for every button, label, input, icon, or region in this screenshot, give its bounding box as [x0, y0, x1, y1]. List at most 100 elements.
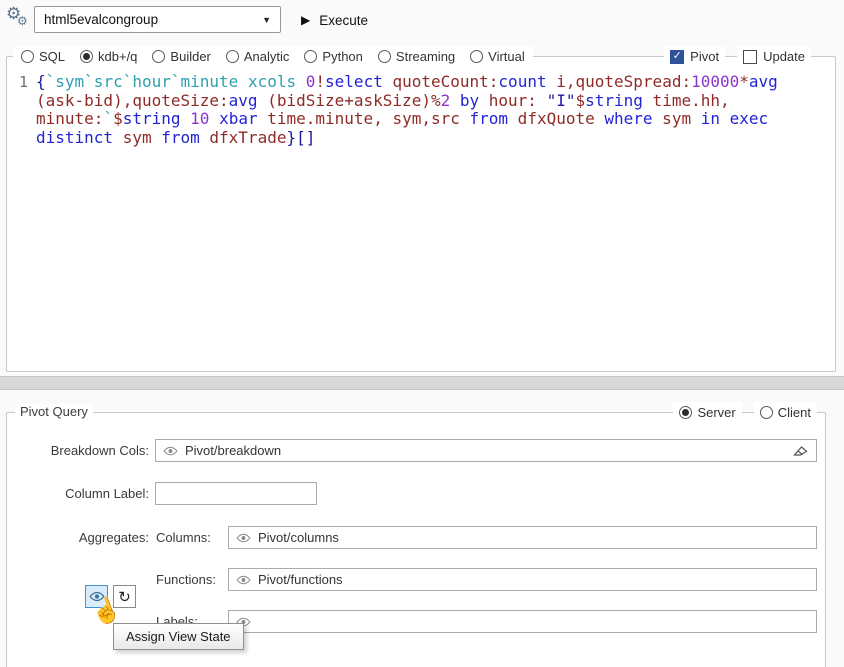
eye-icon — [236, 575, 251, 585]
connection-group-value: html5evalcongroup — [44, 12, 158, 27]
option-update-checkbox[interactable]: Update — [737, 46, 811, 67]
code-token: string — [123, 109, 181, 128]
code-token — [720, 109, 730, 128]
play-icon: ▶ — [301, 13, 310, 27]
radio-label: SQL — [39, 49, 65, 64]
radio-circle-icon — [152, 50, 165, 63]
code-token — [181, 109, 191, 128]
radio-circle-icon — [21, 50, 34, 63]
code-token: string — [585, 91, 643, 110]
section-splitter[interactable] — [0, 376, 844, 390]
functions-label: Functions: — [156, 572, 216, 588]
code-token: { — [36, 72, 46, 91]
radio-label: Client — [778, 405, 811, 420]
code-token: * — [739, 72, 749, 91]
code-token: dfxTrade — [200, 128, 287, 147]
pivot-mode-radio-group: Server Client — [673, 402, 817, 423]
gear-small-icon: ⚙ — [17, 15, 28, 27]
pivot-mode-client-radio[interactable]: Client — [754, 402, 817, 423]
radio-circle-icon — [470, 50, 483, 63]
query-type-streaming-radio[interactable]: Streaming — [378, 46, 455, 67]
code-token: dfxQuote — [508, 109, 604, 128]
eye-icon — [163, 446, 178, 456]
radio-circle-icon — [80, 50, 93, 63]
code-token: where — [604, 109, 652, 128]
code-editor[interactable]: 1 {`sym`src`hour`minute xcols 0!select q… — [8, 70, 834, 370]
query-type-builder-radio[interactable]: Builder — [152, 46, 210, 67]
columns-label: Columns: — [156, 530, 211, 546]
query-type-analytic-radio[interactable]: Analytic — [226, 46, 290, 67]
code-token — [209, 109, 219, 128]
checkbox-icon: ✓ — [670, 50, 684, 64]
query-type-radio-group: SQL kdb+/q Builder Analytic Python Streaming V… — [13, 46, 533, 67]
execute-button[interactable]: ▶ Execute — [301, 8, 368, 32]
code-token — [238, 72, 248, 91]
radio-label: Python — [322, 49, 362, 64]
checkbox-label: Pivot — [690, 49, 719, 64]
caret-down-icon: ▼ — [262, 15, 271, 25]
query-type-sql-radio[interactable]: SQL — [21, 46, 65, 67]
code-token: avg — [229, 91, 258, 110]
code-token: time.minute, sym,src — [258, 109, 470, 128]
code-token: quoteCount: — [383, 72, 499, 91]
code-token: i,quoteSpread: — [547, 72, 692, 91]
code-token: 0 — [306, 72, 316, 91]
breakdown-cols-field[interactable]: Pivot/breakdown — [155, 439, 817, 462]
radio-label: kdb+/q — [98, 49, 137, 64]
toolbar: ⚙ ⚙ html5evalcongroup ▼ ▶ Execute — [0, 0, 844, 46]
code-token: sym — [113, 128, 161, 147]
refresh-icon: ↻ — [118, 588, 131, 606]
pivot-columns-field[interactable]: Pivot/columns — [228, 526, 817, 549]
column-label-label: Column Label: — [7, 486, 149, 502]
code-token: ! — [315, 72, 325, 91]
checkbox-label: Update — [763, 49, 805, 64]
breakdown-cols-value: Pivot/breakdown — [185, 443, 281, 458]
code-token: (bidSize+askSize)% — [258, 91, 441, 110]
radio-circle-icon — [760, 406, 773, 419]
pivot-functions-field[interactable]: Pivot/functions — [228, 568, 817, 591]
code-token: 2 — [441, 91, 451, 110]
pivot-columns-value: Pivot/columns — [258, 530, 339, 545]
query-type-kdb-q-radio[interactable]: kdb+/q — [80, 46, 137, 67]
line-number-gutter: 1 — [8, 70, 36, 370]
query-options-group: ✓ Pivot Update — [664, 46, 811, 67]
eraser-icon[interactable] — [792, 444, 809, 458]
breakdown-cols-label: Breakdown Cols: — [7, 443, 149, 459]
pivot-labels-field[interactable] — [228, 610, 817, 633]
option-pivot-checkbox[interactable]: ✓ Pivot — [664, 46, 725, 67]
gears-icon[interactable]: ⚙ ⚙ — [6, 5, 34, 35]
code-content: {`sym`src`hour`minute xcols 0!select quo… — [36, 70, 808, 370]
code-token: $ — [575, 91, 585, 110]
query-type-virtual-radio[interactable]: Virtual — [470, 46, 525, 67]
code-token: 10000 — [691, 72, 739, 91]
code-token: distinct — [36, 128, 113, 147]
pivot-mode-server-radio[interactable]: Server — [673, 402, 741, 423]
aggregates-label: Aggregates: — [7, 530, 149, 546]
checkbox-icon — [743, 50, 757, 64]
code-token: hour: — [479, 91, 546, 110]
code-token: sym — [653, 109, 701, 128]
query-type-python-radio[interactable]: Python — [304, 46, 362, 67]
code-token: ` — [103, 109, 113, 128]
code-token: from — [470, 109, 509, 128]
radio-label: Builder — [170, 49, 210, 64]
query-type-legend-row: SQL kdb+/q Builder Analytic Python Streaming V… — [13, 46, 829, 67]
pivot-functions-value: Pivot/functions — [258, 572, 343, 587]
code-token: `sym`src`hour`minute — [46, 72, 239, 91]
radio-label: Streaming — [396, 49, 455, 64]
column-label-input[interactable] — [155, 482, 317, 505]
code-token: xbar — [219, 109, 258, 128]
radio-label: Server — [697, 405, 735, 420]
code-token: exec — [730, 109, 769, 128]
code-token: 10 — [190, 109, 209, 128]
code-token: by — [460, 91, 479, 110]
code-token — [768, 109, 778, 128]
code-token: count — [498, 72, 546, 91]
code-token: xcols — [248, 72, 296, 91]
radio-label: Virtual — [488, 49, 525, 64]
code-token: }[] — [286, 128, 315, 147]
code-token — [296, 72, 306, 91]
eye-icon — [236, 533, 251, 543]
code-token: from — [161, 128, 200, 147]
connection-group-select[interactable]: html5evalcongroup ▼ — [34, 6, 281, 33]
